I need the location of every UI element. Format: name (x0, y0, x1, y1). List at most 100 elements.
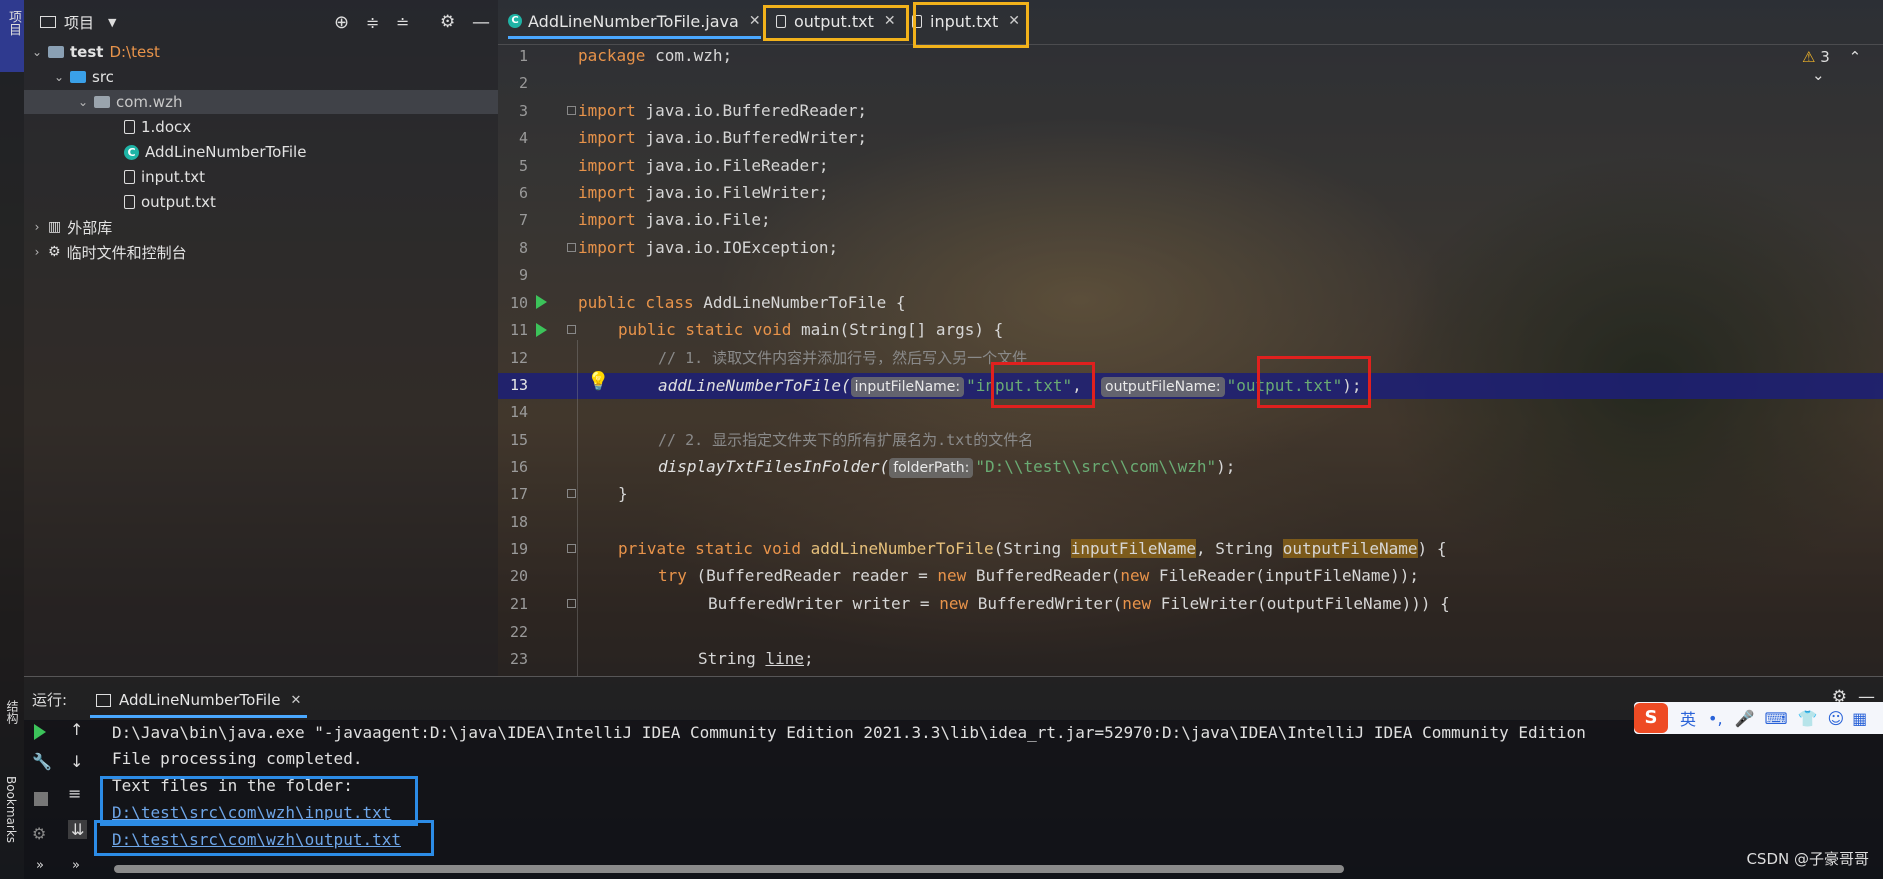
fold-icon[interactable] (567, 489, 576, 498)
java-class-icon: C (508, 14, 522, 28)
run-class-icon[interactable] (536, 295, 547, 309)
keyboard-icon[interactable]: ⌨ (1764, 709, 1787, 728)
wrench-icon[interactable]: 🔧 (32, 752, 52, 771)
chevron-down-icon[interactable]: ▼ (108, 16, 116, 29)
arrow-up-icon[interactable]: ↑ (70, 720, 83, 739)
parameter-hint: inputFileName: (850, 377, 965, 397)
tab-addlinenumbertofile[interactable]: C AddLineNumberToFile.java ✕ (508, 6, 761, 39)
code-token: import (578, 183, 636, 202)
stop-icon[interactable] (34, 792, 48, 806)
line-number: 22 (509, 623, 528, 641)
indent-guide (577, 340, 578, 676)
code-token: BufferedReader( (966, 566, 1121, 585)
chevron-right-icon[interactable]: › (30, 220, 44, 234)
more-icon[interactable]: » (36, 858, 44, 873)
warning-icon: ⚠ (1802, 48, 1816, 66)
arrow-down-icon[interactable]: ↓ (70, 752, 83, 771)
code-token: new (937, 566, 967, 585)
close-icon[interactable]: ✕ (290, 693, 301, 708)
tree-node-label: AddLineNumberToFile (145, 143, 307, 161)
tree-node-path: D:\test (109, 43, 160, 61)
code-token: new (939, 594, 969, 613)
code-token: java.io.BufferedReader; (635, 101, 867, 120)
tree-node-label: 1.docx (141, 118, 192, 136)
tree-node-label: test (70, 43, 104, 61)
fold-icon[interactable] (567, 599, 576, 608)
code-token: java.io.FileWriter; (635, 183, 829, 202)
run-main-icon[interactable] (536, 323, 547, 337)
tree-node-output[interactable]: output.txt (124, 190, 216, 214)
horizontal-scrollbar[interactable] (114, 865, 1344, 873)
skin-icon[interactable]: 👕 (1798, 709, 1818, 728)
code-token: AddLineNumberToFile { (693, 293, 906, 312)
code-token: private static void (618, 539, 802, 558)
lightbulb-icon[interactable]: 💡 (587, 371, 609, 392)
structure-tool-label[interactable]: 结构 (4, 700, 21, 724)
fold-icon[interactable] (567, 243, 576, 252)
tree-node-com-wzh[interactable]: ⌄ com.wzh (24, 90, 498, 114)
tree-node-docx[interactable]: 1.docx (124, 115, 191, 139)
tree-node-input[interactable]: input.txt (124, 165, 205, 189)
bookmarks-tool-label[interactable]: Bookmarks (4, 776, 18, 843)
hide-panel-icon[interactable]: — (472, 12, 490, 33)
fold-icon[interactable] (567, 106, 576, 115)
line-number: 7 (518, 211, 528, 229)
microphone-icon[interactable]: 🎤 (1735, 709, 1755, 728)
parameter-hint: folderPath: (889, 458, 974, 478)
chevron-down-icon[interactable]: ⌄ (52, 70, 66, 84)
code-token: } (618, 484, 628, 503)
code-token: com.wzh; (645, 46, 733, 65)
close-icon[interactable]: ✕ (749, 13, 761, 29)
chevron-down-icon[interactable]: ⌄ (30, 45, 44, 59)
project-tool-button[interactable]: 项目 (0, 0, 24, 72)
csdn-watermark: CSDN @子豪哥哥 (1746, 850, 1869, 868)
code-token: new (1120, 566, 1150, 585)
tree-node-src[interactable]: ⌄ src (52, 65, 114, 89)
line-number: 4 (518, 129, 528, 147)
tree-node-class[interactable]: C AddLineNumberToFile (124, 140, 306, 164)
line-number: 9 (518, 266, 528, 284)
tree-node-label: 临时文件和控制台 (66, 243, 187, 262)
locate-icon[interactable]: ⊕ (334, 12, 349, 33)
line-number: 1 (518, 47, 528, 65)
console-line: D:\Java\bin\java.exe "-javaagent:D:\java… (112, 723, 1586, 742)
tree-node-external-libs[interactable]: › ▥ 外部库 (30, 215, 113, 239)
expand-all-icon[interactable]: ≑ (366, 13, 379, 32)
project-tool-label: 项目 (6, 10, 21, 36)
assistant-icon[interactable]: ☺ (1827, 709, 1844, 728)
scroll-to-end-icon[interactable]: ⇊ (68, 820, 88, 839)
grid-icon[interactable]: ▦ (1852, 709, 1867, 728)
chevron-right-icon[interactable]: › (30, 245, 44, 259)
code-param: outputFileName (1282, 539, 1418, 558)
parameter-hint: outputFileName: (1101, 377, 1225, 397)
chevron-down-icon[interactable]: ⌄ (1812, 66, 1825, 84)
project-panel-title[interactable]: 项目 (64, 12, 94, 33)
rerun-icon[interactable] (34, 724, 46, 740)
tree-node-label: src (92, 68, 114, 86)
tree-node-test[interactable]: ⌄ test D:\test (30, 40, 160, 64)
chevron-down-icon[interactable]: ⌄ (76, 95, 90, 109)
highlight-box-input-tab (913, 2, 1029, 48)
left-tool-strip: 项目 结构 Bookmarks (0, 0, 24, 879)
highlight-box-input-arg (991, 362, 1095, 408)
chevron-up-icon[interactable]: ⌃ (1849, 48, 1862, 66)
code-comment: // 2. 显示指定文件夹下的所有扩展名为.txt的文件名 (658, 431, 1034, 449)
run-panel-header: 运行: AddLineNumberToFile ✕ ⚙ — (24, 676, 1883, 721)
gear-icon[interactable]: ⚙ (440, 12, 455, 32)
ime-language-toggle[interactable]: 英 (1680, 706, 1696, 730)
punctuation-icon[interactable]: •, (1708, 709, 1723, 728)
line-number: 16 (509, 458, 528, 476)
soft-wrap-icon[interactable]: ≡ (68, 784, 81, 803)
fold-icon[interactable] (567, 544, 576, 553)
collapse-all-icon[interactable]: ≐ (396, 13, 409, 32)
ime-toolbar[interactable]: S 英 •, 🎤 ⌨ 👕 ☺ ▦ (1634, 702, 1883, 734)
run-tab[interactable]: AddLineNumberToFile ✕ (90, 685, 308, 718)
code-comment: // 1. 读取文件内容并添加行号，然后写入另一个文件 (658, 349, 1028, 367)
fold-icon[interactable] (567, 325, 576, 334)
code-token: displayTxtFilesInFolder( (658, 457, 890, 476)
more-icon[interactable]: » (72, 858, 80, 873)
tree-node-scratches[interactable]: › ⚙ 临时文件和控制台 (30, 240, 187, 264)
line-number: 18 (509, 513, 528, 531)
warnings-indicator[interactable]: ⚠ 3 ⌃ ⌄ (1802, 48, 1883, 84)
settings-icon[interactable]: ⚙ (32, 824, 46, 843)
